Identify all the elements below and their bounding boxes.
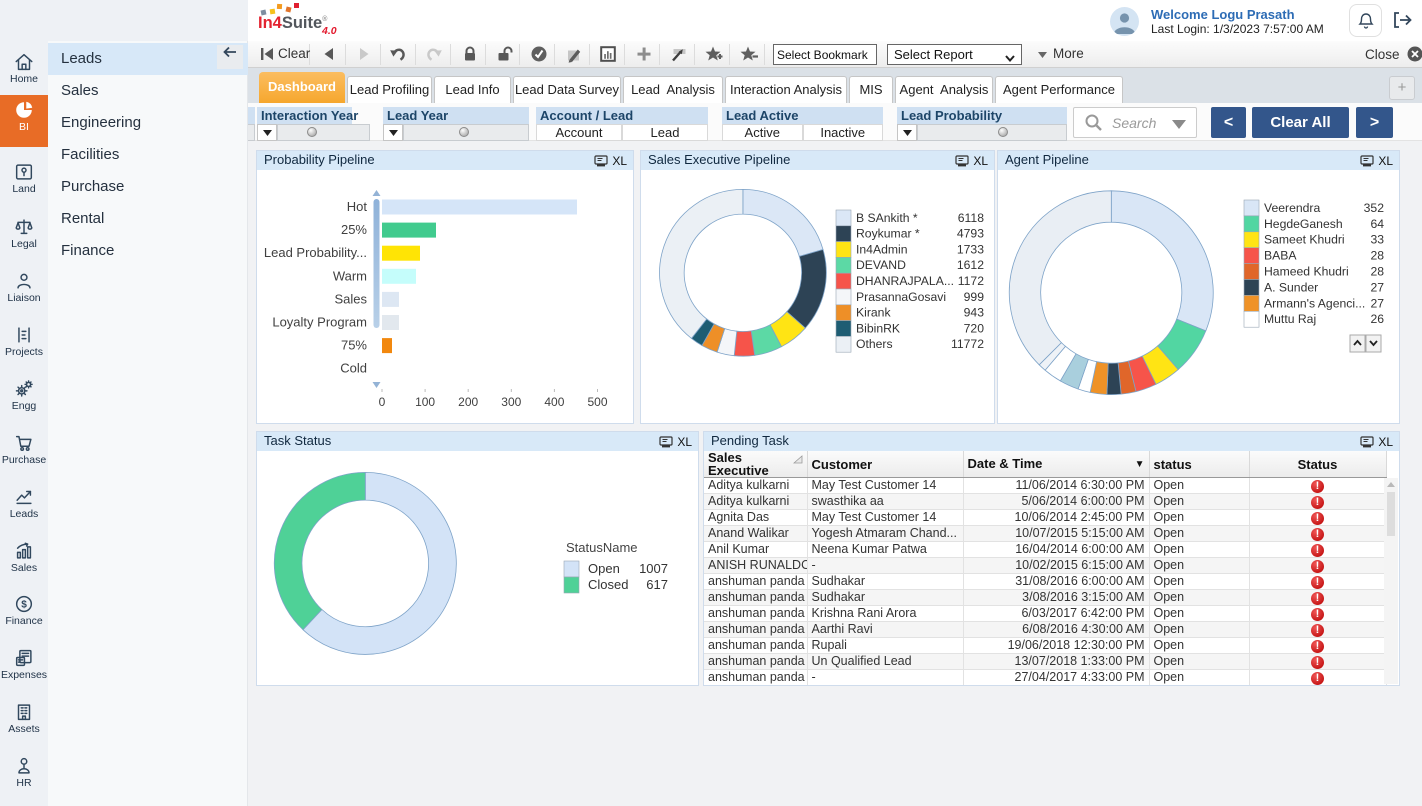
svg-text:BibinRK: BibinRK [856,321,900,335]
svg-text:In4Admin: In4Admin [856,242,908,256]
svg-text:DEVAND: DEVAND [856,258,906,272]
svg-text:400: 400 [544,395,564,409]
svg-text:Closed: Closed [588,577,628,592]
svg-text:Warm: Warm [333,268,367,283]
svg-text:HegdeGanesh: HegdeGanesh [1264,217,1343,231]
svg-text:6118: 6118 [958,211,984,225]
svg-text:BABA: BABA [1264,249,1297,263]
svg-text:1172: 1172 [958,274,984,288]
svg-text:999: 999 [964,290,985,304]
svg-text:4793: 4793 [957,227,984,241]
svg-text:1007: 1007 [639,561,668,576]
svg-text:Kirank: Kirank [856,306,891,320]
svg-text:Hot: Hot [347,199,368,214]
svg-text:Cold: Cold [340,361,367,376]
svg-text:26: 26 [1370,312,1384,326]
svg-text:25%: 25% [341,222,367,237]
svg-text:$: $ [21,600,27,611]
svg-text:200: 200 [458,395,478,409]
svg-text:1612: 1612 [957,258,984,272]
svg-text:DHANRAJPALA...: DHANRAJPALA... [856,274,954,288]
svg-text:100: 100 [415,395,435,409]
svg-text:1733: 1733 [957,242,984,256]
svg-text:33: 33 [1370,233,1384,247]
svg-text:Sameet Khudri: Sameet Khudri [1264,233,1345,247]
svg-text:300: 300 [501,395,521,409]
svg-text:Loyalty Program: Loyalty Program [272,315,367,330]
svg-text:PrasannaGosavi: PrasannaGosavi [856,290,946,304]
svg-text:Armann's Agenci...: Armann's Agenci... [1264,296,1365,310]
svg-text:Lead Probability...: Lead Probability... [264,245,367,260]
svg-text:720: 720 [964,321,985,335]
svg-text:11772: 11772 [951,337,984,351]
svg-text:943: 943 [964,306,985,320]
svg-text:27: 27 [1370,280,1384,294]
svg-text:27: 27 [1370,296,1384,310]
svg-text:B SAnkith *: B SAnkith * [856,211,918,225]
svg-text:StatusName: StatusName [566,540,638,555]
svg-text:Muttu Raj: Muttu Raj [1264,312,1316,326]
svg-text:Roykumar *: Roykumar * [856,227,920,241]
svg-text:75%: 75% [341,338,367,353]
svg-text:28: 28 [1370,249,1384,263]
svg-text:28: 28 [1370,265,1384,279]
svg-text:0: 0 [379,395,386,409]
svg-text:Others: Others [856,337,893,351]
svg-text:A. Sunder: A. Sunder [1264,280,1318,294]
svg-text:Sales: Sales [334,291,367,306]
svg-text:Hameed Khudri: Hameed Khudri [1264,265,1349,279]
svg-text:352: 352 [1364,201,1385,215]
svg-text:Open: Open [588,561,620,576]
svg-text:617: 617 [646,577,668,592]
svg-text:Veerendra: Veerendra [1264,201,1320,215]
svg-text:64: 64 [1370,217,1384,231]
svg-text:500: 500 [587,395,607,409]
